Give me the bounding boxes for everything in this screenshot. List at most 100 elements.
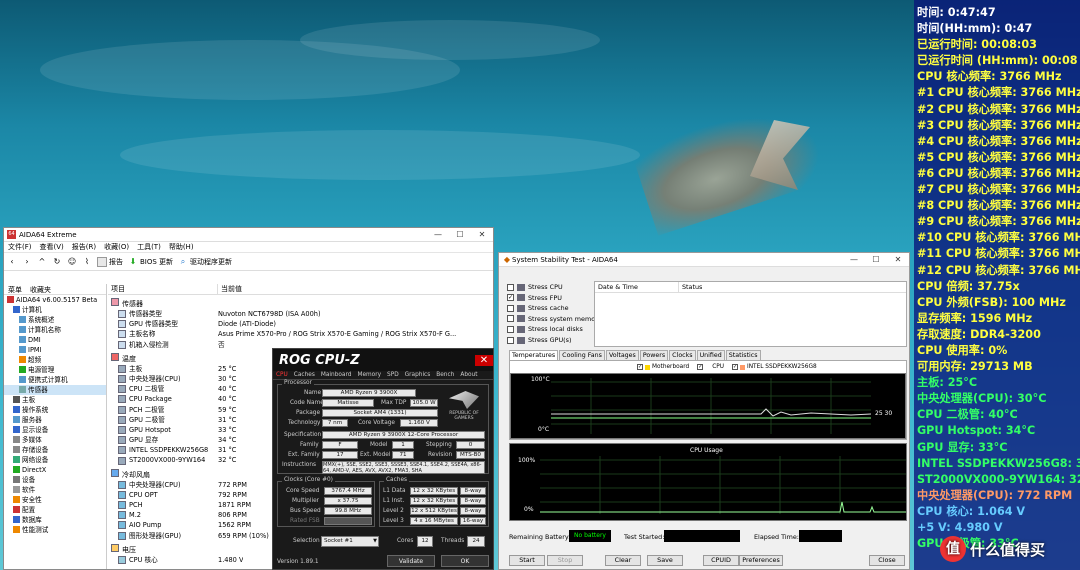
tree-item[interactable]: 操作系统 (4, 405, 106, 415)
col-item[interactable]: 项目 (108, 284, 218, 294)
graph-tab[interactable]: Cooling Fans (559, 350, 605, 360)
tree-item[interactable]: DMI (4, 335, 106, 345)
tree-item[interactable]: 网络设备 (4, 455, 106, 465)
legend-checkbox[interactable]: ✓ (731, 364, 738, 370)
tree-item[interactable]: 性能测试 (4, 525, 106, 535)
forward-icon[interactable]: › (22, 257, 32, 267)
stress-checkbox[interactable]: Stress local disks (507, 325, 583, 333)
tree-item[interactable]: DirectX (4, 465, 106, 475)
checkbox-box[interactable] (507, 336, 514, 344)
menu-help[interactable]: 帮助(H) (169, 242, 194, 252)
preferences-button[interactable]: Preferences (739, 555, 783, 566)
chart-icon[interactable]: ⌇ (82, 257, 92, 267)
tree-item[interactable]: 数据库 (4, 515, 106, 525)
graph-tab[interactable]: Voltages (605, 350, 639, 360)
tree-item[interactable]: 主板 (4, 395, 106, 405)
ok-button[interactable]: OK (441, 555, 489, 567)
legend-item[interactable]: ✓ CPU (697, 364, 724, 370)
up-icon[interactable]: ^ (37, 257, 47, 267)
graph-tab[interactable]: Clocks (669, 350, 696, 360)
user-icon[interactable]: ☺ (67, 257, 77, 267)
tab-favorites[interactable]: 收藏夹 (30, 285, 51, 294)
graph-tab[interactable]: Powers (639, 350, 669, 360)
checkbox-box[interactable]: ✓ (507, 294, 514, 302)
menu-file[interactable]: 文件(F) (8, 242, 32, 252)
cpuz-close-button[interactable]: ✕ (475, 354, 493, 366)
checkbox-box[interactable] (507, 315, 514, 323)
legend-checkbox[interactable]: ✓ (697, 364, 704, 370)
tree-item[interactable]: 计算机名称 (4, 325, 106, 335)
tree-item[interactable]: IPMI (4, 345, 106, 355)
legend-item[interactable]: ✓ Motherboard (637, 364, 689, 370)
tree-item[interactable]: 传感器 (4, 385, 106, 395)
driver-update-button[interactable]: ⌕ 驱动程序更新 (178, 257, 232, 267)
tree-item[interactable]: 安全性 (4, 495, 106, 505)
table-row[interactable]: 传感器类型 Nuvoton NCT6798D (ISA A00h) (108, 309, 493, 319)
close-button[interactable]: ✕ (471, 230, 493, 239)
refresh-icon[interactable]: ↻ (52, 257, 62, 267)
cpuz-tab[interactable]: Mainboard (318, 371, 355, 379)
sst-close-button[interactable]: ✕ (887, 255, 909, 264)
graph-tab[interactable]: Statistics (725, 350, 761, 360)
tree-item[interactable]: 软件 (4, 485, 106, 495)
sst-minimize-button[interactable]: — (843, 255, 865, 264)
tree-item[interactable]: AIDA64 v6.00.5157 Beta (4, 295, 106, 305)
tree-item[interactable]: 便携式计算机 (4, 375, 106, 385)
graph-tab[interactable]: Unified (696, 350, 725, 360)
tree-item[interactable]: 电源管理 (4, 365, 106, 375)
cpuz-tab[interactable]: CPU (273, 371, 291, 379)
menu-tools[interactable]: 工具(T) (137, 242, 161, 252)
legend-item[interactable]: ✓ INTEL SSDPEKKW256G8 (731, 364, 817, 370)
checkbox-box[interactable] (507, 304, 514, 312)
validate-button[interactable]: Validate (387, 555, 435, 567)
tree-item[interactable]: 设备 (4, 475, 106, 485)
sst-maximize-button[interactable]: ☐ (865, 255, 887, 264)
cpuz-tab[interactable]: SPD (384, 371, 402, 379)
stress-checkbox[interactable]: Stress system memory (507, 315, 602, 323)
table-row[interactable]: GPU 传感器类型 Diode (ATI-Diode) (108, 319, 493, 329)
socket-select[interactable]: Socket #1 ▼ (321, 536, 379, 547)
checkbox-box[interactable] (507, 325, 514, 333)
cpuid-button[interactable]: CPUID (703, 555, 739, 566)
graph-tab[interactable]: Temperatures (509, 350, 559, 360)
cpuz-tab[interactable]: Graphics (402, 371, 434, 379)
cpuz-tab[interactable]: About (457, 371, 480, 379)
col-date-time[interactable]: Date & Time (595, 282, 679, 292)
menu-favorites[interactable]: 收藏(O) (104, 242, 129, 252)
menu-view[interactable]: 查看(V) (40, 242, 64, 252)
tree-item[interactable]: 存储设备 (4, 445, 106, 455)
maximize-button[interactable]: ☐ (449, 230, 471, 239)
back-icon[interactable]: ‹ (7, 257, 17, 267)
clear-button[interactable]: Clear (605, 555, 641, 566)
cpuz-tab[interactable]: Bench (433, 371, 457, 379)
stress-checkbox[interactable]: Stress CPU (507, 283, 563, 291)
tree-item[interactable]: 显示设备 (4, 425, 106, 435)
tree-item[interactable]: 配置 (4, 505, 106, 515)
table-row[interactable]: 主板名称 Asus Prime X570-Pro / ROG Strix X570… (108, 329, 493, 339)
save-button[interactable]: Save (647, 555, 683, 566)
stress-checkbox[interactable]: Stress cache (507, 304, 569, 312)
tree-item[interactable]: 多媒体 (4, 435, 106, 445)
start-button[interactable]: Start (509, 555, 545, 566)
stop-button[interactable]: Stop (547, 555, 583, 566)
legend-checkbox[interactable]: ✓ (637, 364, 643, 370)
close-button[interactable]: Close (869, 555, 905, 566)
tab-menu[interactable]: 菜单 (8, 285, 22, 294)
tree-item[interactable]: 系统概述 (4, 315, 106, 325)
stress-checkbox[interactable]: Stress GPU(s) (507, 336, 571, 344)
tree-item[interactable]: 计算机 (4, 305, 106, 315)
stress-checkbox[interactable]: ✓ Stress FPU (507, 294, 562, 302)
report-button[interactable]: 报告 (97, 256, 123, 267)
rated-fsb-label: Rated FSB (290, 518, 320, 524)
col-value[interactable]: 当前值 (218, 284, 242, 294)
checkbox-box[interactable] (507, 283, 514, 291)
bios-update-button[interactable]: ⬇ BIOS 更新 (128, 257, 173, 267)
cpuz-tab[interactable]: Memory (354, 371, 384, 379)
col-status[interactable]: Status (679, 282, 702, 292)
tree-item-label: 配置 (22, 506, 36, 514)
tree-item[interactable]: 服务器 (4, 415, 106, 425)
menu-report[interactable]: 报告(R) (72, 242, 96, 252)
tree-item[interactable]: 超频 (4, 355, 106, 365)
cpuz-tab[interactable]: Caches (291, 371, 318, 379)
minimize-button[interactable]: — (427, 230, 449, 239)
